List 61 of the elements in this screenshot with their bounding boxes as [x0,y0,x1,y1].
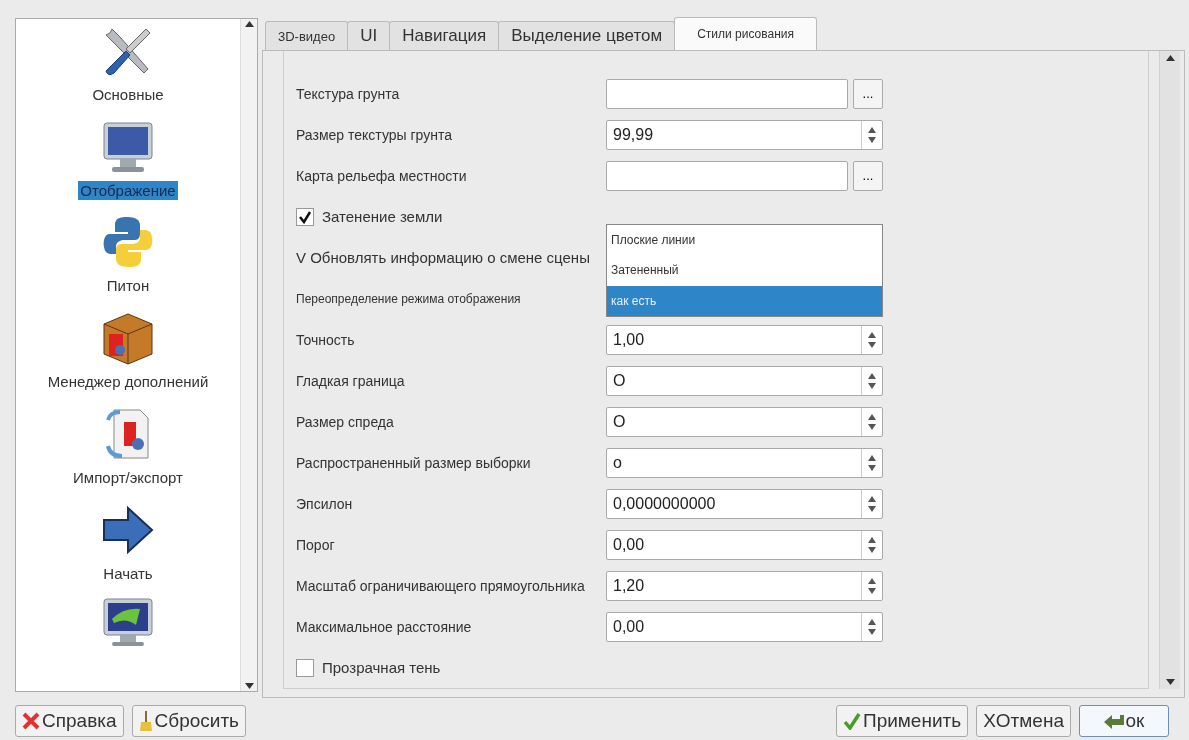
checkbox[interactable] [296,658,314,677]
setting-label: Максимальное расстояние [296,618,473,635]
dropdown-option[interactable]: Затененный [607,255,882,286]
dialog-button[interactable]: Справка [15,705,124,737]
dialog-button[interactable]: XОтмена [976,705,1071,737]
dialog-button[interactable]: Сбросить [131,705,246,737]
setting-label: Порог [296,536,336,553]
setting-label: Текстура грунта [296,85,401,102]
scroll-down-icon[interactable] [244,683,254,689]
spin-box[interactable]: 0,00 [606,529,883,560]
cross-icon [22,712,40,730]
setting-label: Эпсилон [296,495,354,512]
scroll-down-icon[interactable] [1165,679,1175,685]
spin-box[interactable]: 0,0000000000 [606,488,883,519]
checkbox[interactable] [296,207,314,226]
category-item[interactable]: Импорт/экспорт [71,467,185,487]
setting-label: Распространенный размер выборки [296,454,532,471]
checkbox-label: Затенение земли [322,208,443,225]
spin-box[interactable]: o [606,447,883,478]
return-arrow-icon [1103,713,1124,729]
tab[interactable]: Навигация [389,21,500,50]
checkbox-label: Прозрачная тень [322,659,441,676]
scrollbar[interactable] [1159,51,1180,689]
dialog-button[interactable]: ок [1079,705,1169,737]
path-field[interactable] [606,78,848,109]
setting-label: Карта рельефа местности [296,167,468,184]
category-item[interactable]: Отображение [78,180,178,200]
category-item[interactable]: Менеджер дополнений [45,372,211,392]
monitor-shape-icon [100,597,156,648]
dropdown-option[interactable]: Плоские линии [607,225,882,256]
setting-label: Точность [296,331,356,348]
setting-label: Размер спреда [296,413,395,430]
spin-box[interactable]: O [606,365,883,396]
spin-box[interactable]: 0,00 [606,611,883,642]
category-item[interactable]: Питон [104,276,152,296]
scroll-up-icon[interactable] [1165,55,1175,61]
box-icon [100,310,156,367]
dropdown-option[interactable]: как есть [607,285,882,316]
setting-label: V Обновлять информацию о смене сцены [296,249,591,266]
spin-box[interactable]: O [606,406,883,437]
scroll-up-icon[interactable] [244,21,254,27]
category-item[interactable]: Основные [90,85,166,104]
category-item[interactable]: Начать [101,563,155,583]
tab[interactable]: 3D-видео [265,21,349,50]
scrollbar[interactable] [240,19,257,691]
tab[interactable]: Стили рисования [674,17,817,50]
browse-button[interactable]: ... [853,78,883,109]
tab[interactable]: UI [347,21,391,50]
check-icon [842,712,861,730]
tab[interactable]: Выделение цветом [498,21,676,50]
spin-box[interactable]: 99,99 [606,119,883,150]
path-field[interactable] [606,160,848,191]
dialog-button[interactable]: Применить [835,705,969,737]
setting-label: Переопределение режима отображения [296,291,522,306]
browse-button[interactable]: ... [853,160,883,191]
spin-box[interactable]: 1,00 [606,324,883,355]
setting-label: Гладкая граница [296,372,406,389]
spin-box[interactable]: 1,20 [606,570,883,601]
setting-label: Размер текстуры грунта [296,126,453,143]
setting-label: Масштаб ограничивающего прямоугольника [296,577,586,594]
broom-icon [138,711,153,731]
